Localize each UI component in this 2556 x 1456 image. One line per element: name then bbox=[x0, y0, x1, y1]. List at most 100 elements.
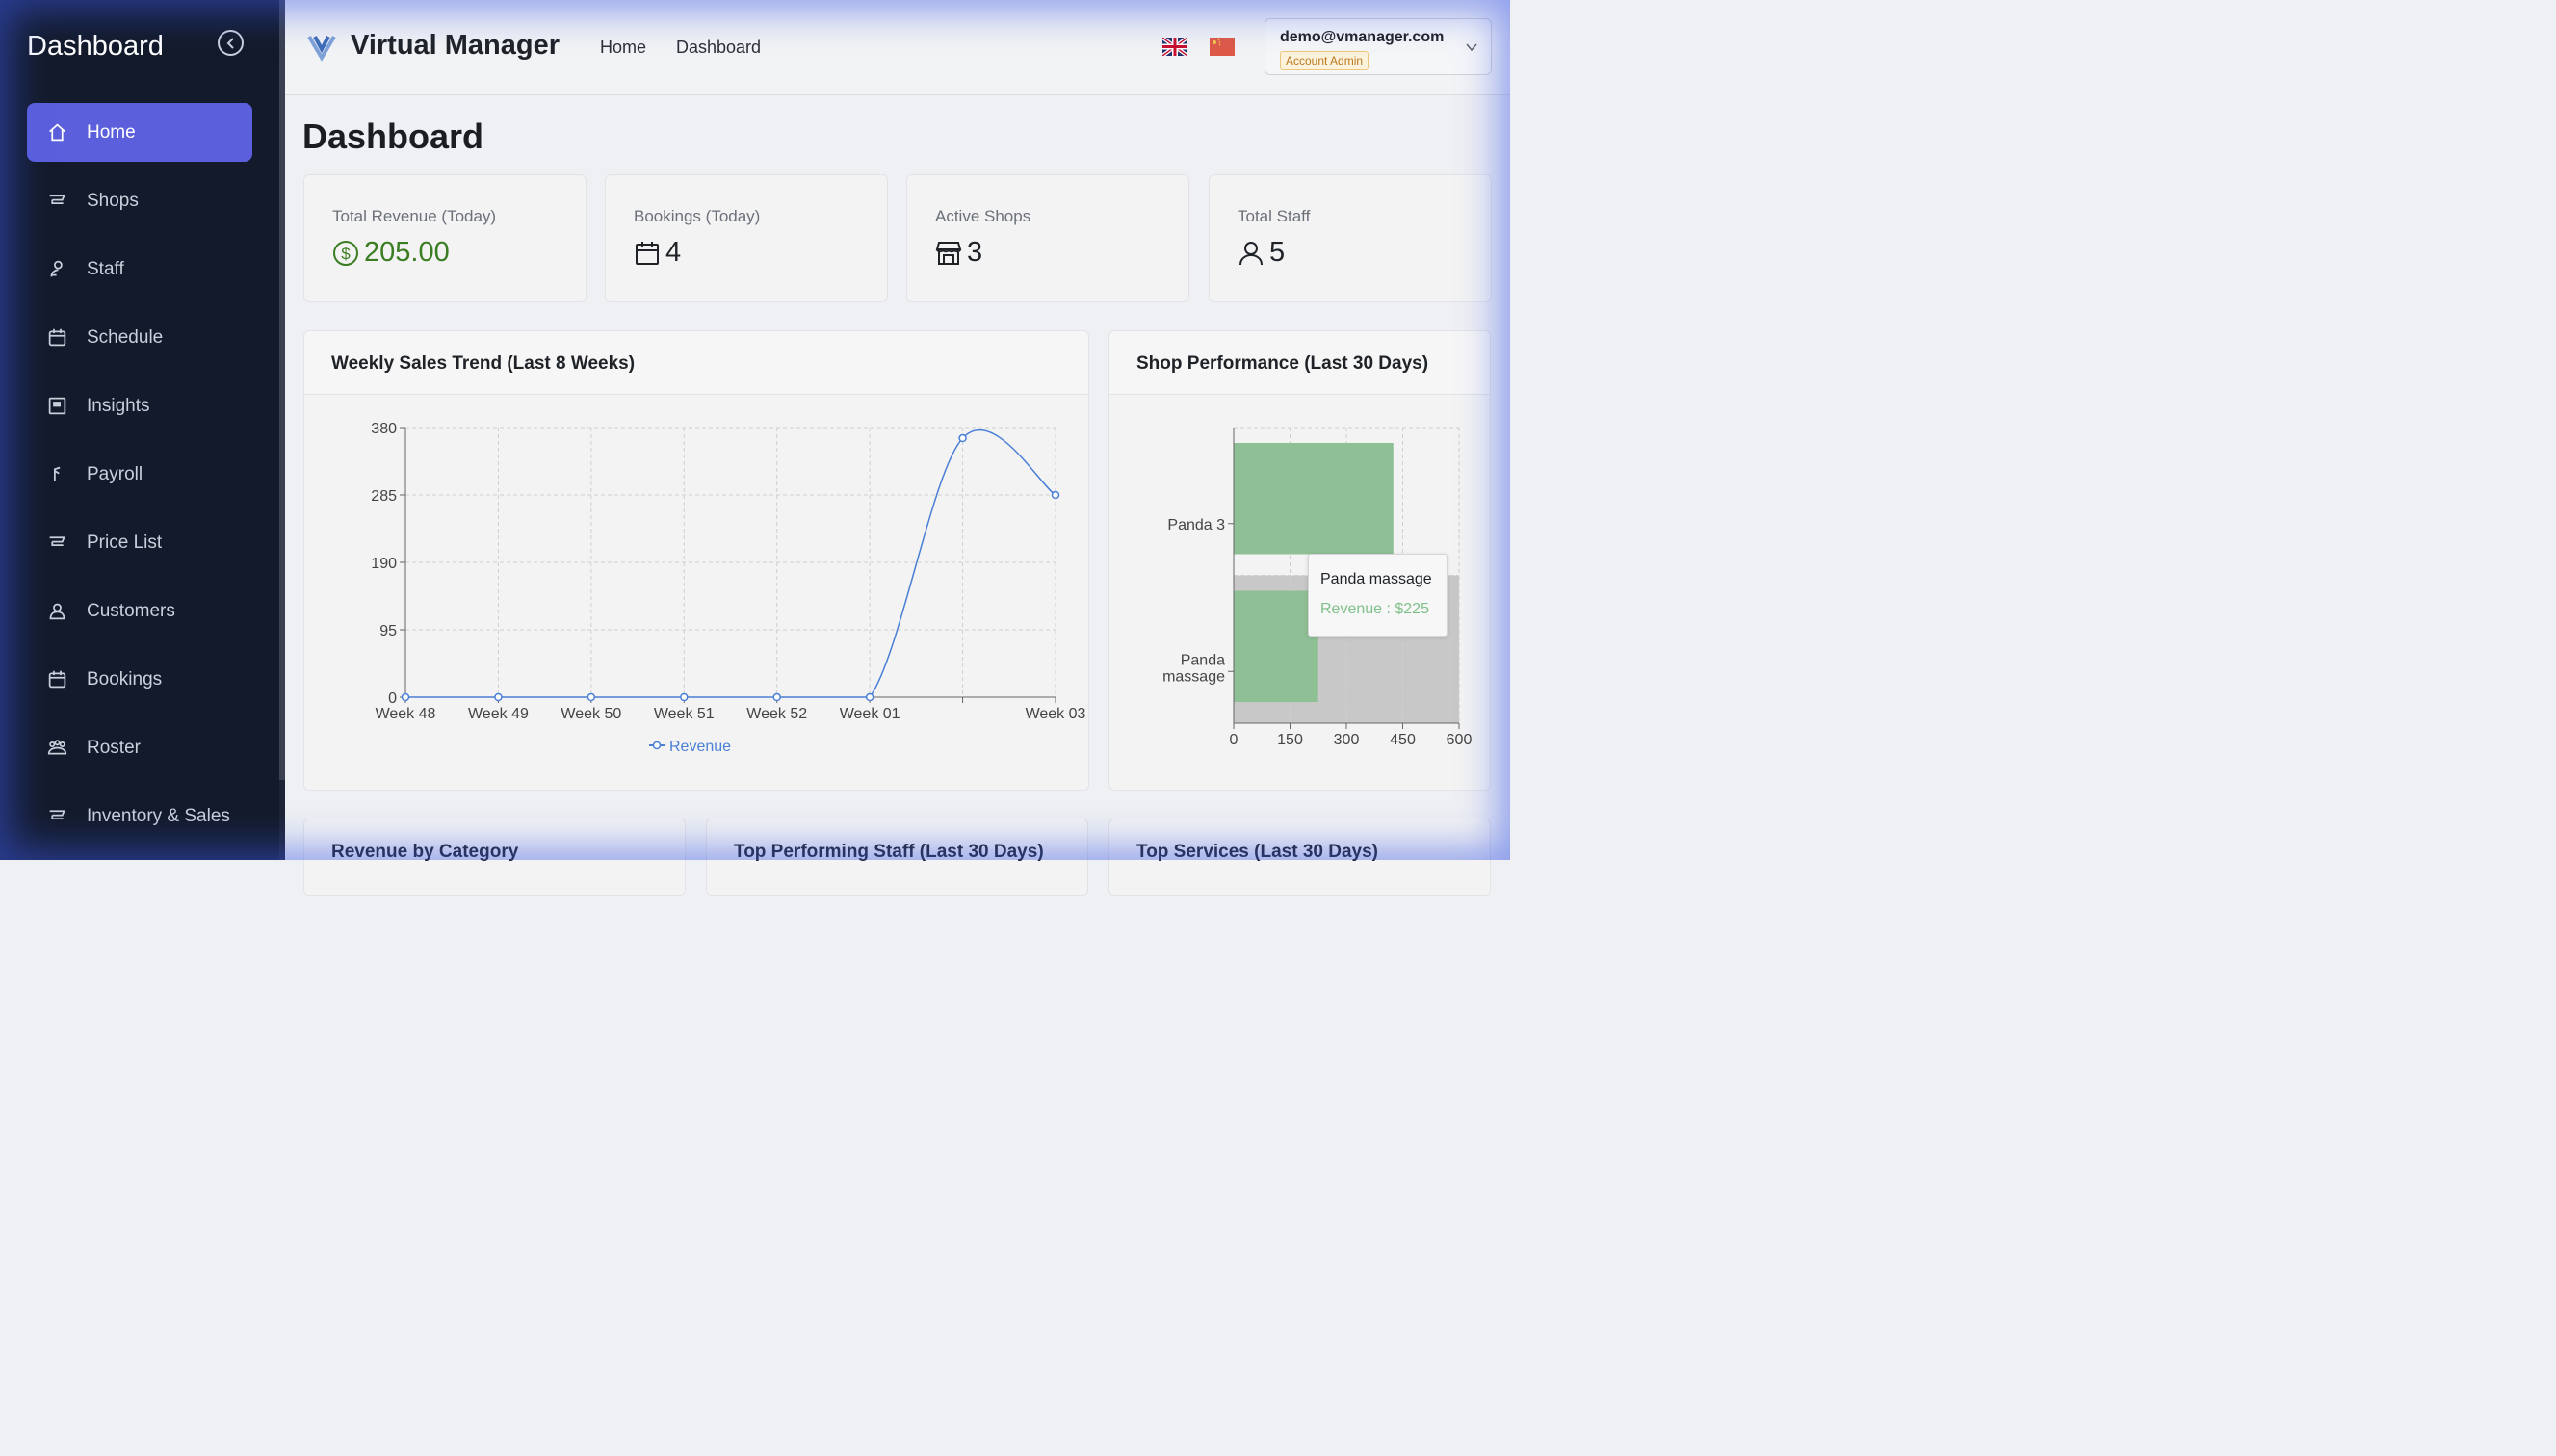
stat-card-active-shops: Active Shops 3 bbox=[906, 174, 1189, 302]
home-icon bbox=[46, 122, 67, 143]
svg-text:$: $ bbox=[341, 245, 351, 263]
x-tick-label: Week 52 bbox=[746, 706, 807, 722]
weekly-sales-chart[interactable]: 0 95 190 285 380 Week 48 Week 49 Week 50 Week 51… bbox=[304, 331, 1090, 792]
account-dropdown[interactable]: demo@vmanager.com Account Admin bbox=[1265, 18, 1492, 75]
bar bbox=[1234, 590, 1318, 702]
nav-link-dashboard[interactable]: Dashboard bbox=[676, 38, 761, 58]
sidebar-item-label: Home bbox=[87, 121, 136, 143]
stat-value: $ 205.00 bbox=[332, 237, 450, 269]
revenue-by-category-panel: Revenue by Category bbox=[303, 819, 686, 896]
sidebar-item-label: Bookings bbox=[87, 668, 163, 689]
stat-card-total-revenue: Total Revenue (Today) $ 205.00 bbox=[303, 174, 587, 302]
sidebar-item-label: Inventory & Sales bbox=[87, 805, 230, 826]
account-role-badge: Account Admin bbox=[1280, 51, 1369, 70]
insights-icon bbox=[46, 396, 67, 417]
x-tick-label: Week 01 bbox=[840, 706, 900, 722]
data-point bbox=[1051, 490, 1060, 500]
y-tick-label: 0 bbox=[388, 690, 397, 707]
stat-card-total-staff: Total Staff 5 bbox=[1209, 174, 1492, 302]
dollar-icon: $ bbox=[333, 240, 358, 266]
sidebar-item-label: Payroll bbox=[87, 463, 143, 484]
user-icon bbox=[1239, 241, 1263, 265]
y-tick-label: Panda 3 bbox=[1167, 517, 1225, 533]
payroll-icon bbox=[46, 464, 67, 485]
sidebar-item-bookings[interactable]: Bookings bbox=[27, 650, 252, 709]
stat-card-bookings: Bookings (Today) 4 bbox=[605, 174, 888, 302]
sidebar: Dashboard Home Shops Staff Schedule Insi… bbox=[0, 0, 279, 860]
stat-value-text: 4 bbox=[665, 237, 682, 268]
calendar-icon bbox=[46, 669, 67, 690]
data-point bbox=[680, 692, 689, 702]
sidebar-item-label: Roster bbox=[87, 737, 141, 758]
series-line bbox=[404, 429, 1056, 698]
sidebar-item-label: Price List bbox=[87, 532, 163, 553]
user-icon bbox=[46, 601, 67, 622]
x-tick-label: Week 48 bbox=[376, 706, 436, 722]
app-title[interactable]: Virtual Manager bbox=[351, 30, 560, 62]
data-point bbox=[772, 692, 781, 702]
sidebar-item-customers[interactable]: Customers bbox=[27, 582, 252, 640]
nav-link-home[interactable]: Home bbox=[600, 38, 646, 58]
sidebar-item-roster[interactable]: Roster bbox=[27, 718, 252, 777]
app-logo[interactable] bbox=[306, 31, 337, 62]
calendar-icon bbox=[636, 241, 659, 265]
sidebar-item-shops[interactable]: Shops bbox=[27, 171, 252, 230]
top-header: Virtual Manager Home Dashboard demo@vman… bbox=[285, 0, 1510, 95]
bar bbox=[1234, 443, 1394, 555]
sidebar-item-inventory-sales[interactable]: Inventory & Sales bbox=[27, 787, 252, 845]
chart-tooltip: Panda massage Revenue : $225 bbox=[1308, 554, 1448, 637]
team-icon bbox=[46, 738, 67, 759]
stat-label: Total Revenue (Today) bbox=[332, 207, 497, 225]
stat-value: 3 bbox=[935, 237, 982, 269]
sidebar-scrollbar[interactable] bbox=[279, 0, 285, 780]
english-flag-icon[interactable] bbox=[1162, 38, 1187, 56]
calendar-icon bbox=[46, 327, 67, 349]
sidebar-title: Dashboard bbox=[27, 31, 164, 62]
x-tick-label: Week 51 bbox=[654, 706, 715, 722]
sidebar-item-label: Staff bbox=[87, 258, 124, 279]
chevron-down-icon bbox=[1466, 43, 1477, 52]
stat-label: Active Shops bbox=[935, 207, 1031, 225]
y-tick-label: 285 bbox=[371, 488, 397, 505]
legend-label: Revenue bbox=[669, 739, 731, 755]
top-staff-panel: Top Performing Staff (Last 30 Days) bbox=[706, 819, 1088, 896]
weekly-sales-panel: Weekly Sales Trend (Last 8 Weeks) 0 95 190… bbox=[303, 330, 1089, 791]
sidebar-item-label: Customers bbox=[87, 600, 175, 621]
price-list-icon bbox=[46, 533, 67, 554]
sidebar-item-price-list[interactable]: Price List bbox=[27, 513, 252, 572]
data-point bbox=[401, 692, 410, 702]
data-point bbox=[865, 692, 874, 702]
chinese-flag-icon[interactable] bbox=[1210, 38, 1235, 56]
sidebar-nav: Home Shops Staff Schedule Insights Payro… bbox=[27, 103, 252, 855]
y-tick-label: 95 bbox=[379, 623, 397, 639]
tooltip-value: Revenue : $225 bbox=[1320, 601, 1429, 617]
data-point bbox=[958, 433, 967, 443]
sidebar-item-payroll[interactable]: Payroll bbox=[27, 445, 252, 504]
sidebar-item-home[interactable]: Home bbox=[27, 103, 252, 162]
legend-marker bbox=[652, 741, 662, 750]
collapse-sidebar-button[interactable] bbox=[218, 30, 244, 56]
sidebar-item-staff[interactable]: Staff bbox=[27, 240, 252, 299]
staff-icon bbox=[46, 259, 67, 280]
panel-title: Top Performing Staff (Last 30 Days) bbox=[734, 842, 1044, 862]
sidebar-item-insights[interactable]: Insights bbox=[27, 377, 252, 435]
tooltip-title: Panda massage bbox=[1320, 571, 1432, 587]
shop-icon bbox=[46, 191, 67, 212]
x-tick-label: 0 bbox=[1230, 732, 1239, 748]
data-point bbox=[494, 692, 503, 702]
page-title: Dashboard bbox=[302, 117, 484, 156]
y-tick-label: 190 bbox=[371, 556, 397, 572]
x-tick-label: 600 bbox=[1447, 732, 1473, 748]
stat-label: Bookings (Today) bbox=[634, 207, 761, 225]
x-tick-label: Week 03 bbox=[1026, 706, 1086, 722]
sidebar-item-label: Shops bbox=[87, 190, 139, 211]
sidebar-item-schedule[interactable]: Schedule bbox=[27, 308, 252, 367]
x-tick-label: Week 49 bbox=[468, 706, 529, 722]
panel-title: Revenue by Category bbox=[331, 842, 519, 862]
x-tick-label: 450 bbox=[1390, 732, 1416, 748]
sidebar-item-label: Insights bbox=[87, 395, 150, 416]
stat-value-text: 5 bbox=[1269, 237, 1286, 268]
account-email: demo@vmanager.com bbox=[1280, 29, 1445, 45]
stat-value-text: 3 bbox=[967, 237, 983, 268]
x-tick-label: 300 bbox=[1334, 732, 1360, 748]
